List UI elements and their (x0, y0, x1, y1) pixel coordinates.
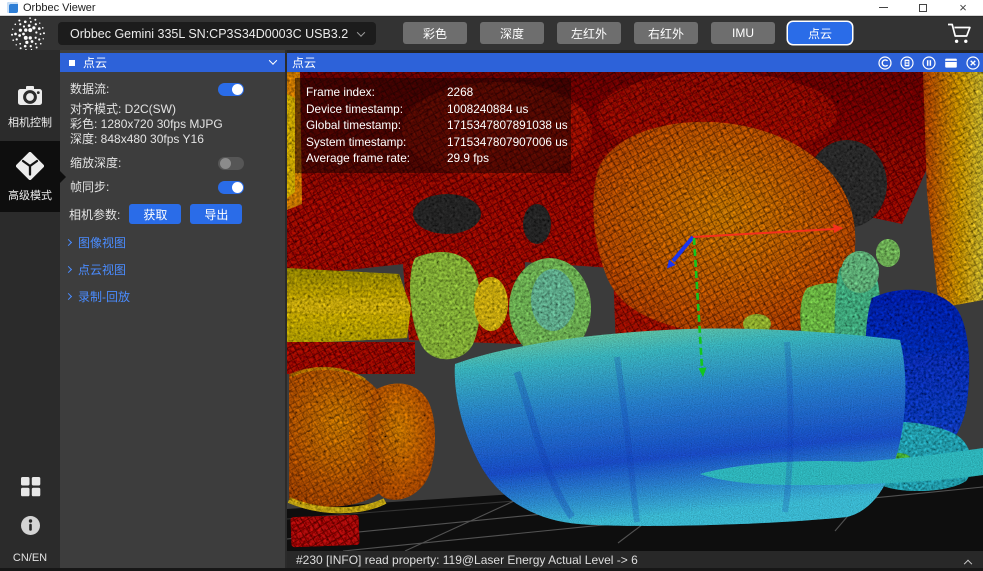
chevron-up-icon (964, 560, 972, 568)
overlay-value: 29.9 fps (447, 150, 489, 167)
toggle-knob (232, 182, 243, 193)
stream-right-ir-button[interactable]: 右红外 (634, 22, 698, 44)
frame-sync-label: 帧同步: (70, 180, 109, 195)
section-label: 点云视图 (78, 261, 126, 278)
section-pointcloud-view[interactable]: 点云视图 (66, 261, 126, 278)
chevron-right-icon (65, 239, 72, 246)
language-toggle-button[interactable]: CN/EN (13, 552, 47, 564)
device-label: Orbbec Gemini 335L SN:CP3S34D0003C USB3.… (70, 27, 348, 41)
toolbar: Orbbec Gemini 335L SN:CP3S34D0003C USB3.… (0, 17, 983, 50)
frame-info-overlay: Frame index:2268 Device timestamp:100824… (295, 78, 571, 173)
panel-title: 点云 (83, 54, 107, 71)
grid-icon (18, 474, 43, 499)
export-params-button[interactable]: 导出 (190, 204, 242, 224)
frame-sync-toggle[interactable] (218, 181, 244, 194)
status-bar: #230 [INFO] read property: 119@Laser Ene… (287, 551, 983, 568)
section-label: 图像视图 (78, 234, 126, 251)
scale-depth-label: 缩放深度: (70, 156, 121, 171)
reset-view-icon (878, 56, 892, 70)
cube-icon (16, 152, 44, 180)
viewer-pane: 点云 (287, 50, 983, 571)
maximize-button[interactable] (903, 0, 943, 16)
info-icon (18, 513, 43, 538)
pause-stream-button[interactable] (922, 56, 936, 70)
sidebar-bottom: CN/EN (0, 474, 60, 564)
camera-params-label: 相机参数: (69, 206, 120, 223)
chevron-right-icon (65, 293, 72, 300)
maximize-icon (919, 4, 927, 12)
overlay-label: Global timestamp: (306, 117, 447, 134)
sidebar-item-label: 高级模式 (8, 187, 52, 203)
device-selector[interactable]: Orbbec Gemini 335L SN:CP3S34D0003C USB3.… (58, 22, 376, 45)
chevron-down-icon (269, 56, 277, 64)
pointcloud-viewport: Frame index:2268 Device timestamp:100824… (287, 72, 983, 551)
stream-imu-button[interactable]: IMU (711, 22, 775, 44)
orbbec-logo-icon (9, 15, 47, 53)
stream-pointcloud-button[interactable]: 点云 (788, 22, 852, 44)
scale-depth-toggle[interactable] (218, 157, 244, 170)
stream-color-button[interactable]: 彩色 (403, 22, 467, 44)
stream-left-ir-button[interactable]: 左红外 (557, 22, 621, 44)
stream-toggle[interactable] (218, 83, 244, 96)
section-image-view[interactable]: 图像视图 (66, 234, 126, 251)
about-info-button[interactable] (18, 513, 43, 541)
align-mode-value: 对齐模式: D2C(SW) (70, 102, 275, 117)
minimize-icon (879, 7, 888, 8)
close-stream-button[interactable] (966, 56, 980, 70)
close-stream-icon (966, 56, 980, 70)
cart-icon (946, 21, 973, 46)
stream-buttons: 彩色 深度 左红外 右红外 IMU 点云 (403, 22, 852, 44)
depth-profile-value: 深度: 848x480 30fps Y16 (70, 132, 275, 147)
overlay-value: 1715347807907006 us (447, 134, 568, 151)
overlay-value: 1008240884 us (447, 101, 528, 118)
list-icon (900, 56, 914, 70)
overlay-label: System timestamp: (306, 134, 447, 151)
overlay-label: Device timestamp: (306, 101, 447, 118)
titlebar: Orbbec Viewer × (0, 0, 983, 16)
apps-grid-button[interactable] (18, 474, 43, 502)
get-params-button[interactable]: 获取 (129, 204, 181, 224)
sidebar-item-advanced-mode[interactable]: 高级模式 (0, 141, 60, 212)
stream-depth-button[interactable]: 深度 (480, 22, 544, 44)
minimize-button[interactable] (863, 0, 903, 16)
overlay-value: 1715347807891038 us (447, 117, 568, 134)
chevron-down-icon (357, 28, 365, 36)
viewer-header: 点云 (287, 53, 983, 72)
window-title: Orbbec Viewer (23, 2, 96, 14)
stream-info-button[interactable] (900, 56, 914, 70)
chevron-right-icon (65, 266, 72, 273)
toggle-knob (220, 158, 231, 169)
viewer-title: 点云 (292, 54, 316, 71)
color-profile-value: 彩色: 1280x720 30fps MJPG (70, 117, 275, 132)
pause-icon (922, 56, 936, 70)
close-button[interactable]: × (943, 0, 983, 16)
control-panel: 点云 数据流: 对齐模式: D2C(SW) 彩色: 1280x720 30fps… (60, 50, 285, 571)
close-icon: × (959, 4, 967, 12)
sidebar-item-camera-control[interactable]: 相机控制 (0, 73, 60, 139)
reset-view-button[interactable] (878, 56, 892, 70)
overlay-value: 2268 (447, 84, 473, 101)
app-icon (7, 2, 18, 13)
section-record-playback[interactable]: 录制-回放 (66, 288, 130, 305)
sidebar-item-label: 相机控制 (8, 114, 52, 130)
save-icon (944, 56, 958, 70)
save-frame-button[interactable] (944, 56, 958, 70)
expand-log-button[interactable] (962, 552, 974, 567)
stream-toggle-label: 数据流: (70, 82, 109, 97)
overlay-label: Average frame rate: (306, 150, 447, 167)
orbbec-viewer-window: Orbbec Viewer × Orbbec Gemini 335L SN:CP… (0, 0, 983, 571)
overlay-label: Frame index: (306, 84, 447, 101)
toggle-knob (232, 84, 243, 95)
panel-header-pointcloud[interactable]: 点云 (60, 53, 285, 72)
cart-button[interactable] (946, 21, 973, 49)
sidebar: 相机控制 高级模式 (0, 50, 60, 571)
section-label: 录制-回放 (78, 288, 130, 305)
bullet-icon (69, 60, 75, 66)
log-message: #230 [INFO] read property: 119@Laser Ene… (296, 553, 638, 567)
camera-icon (16, 84, 44, 107)
